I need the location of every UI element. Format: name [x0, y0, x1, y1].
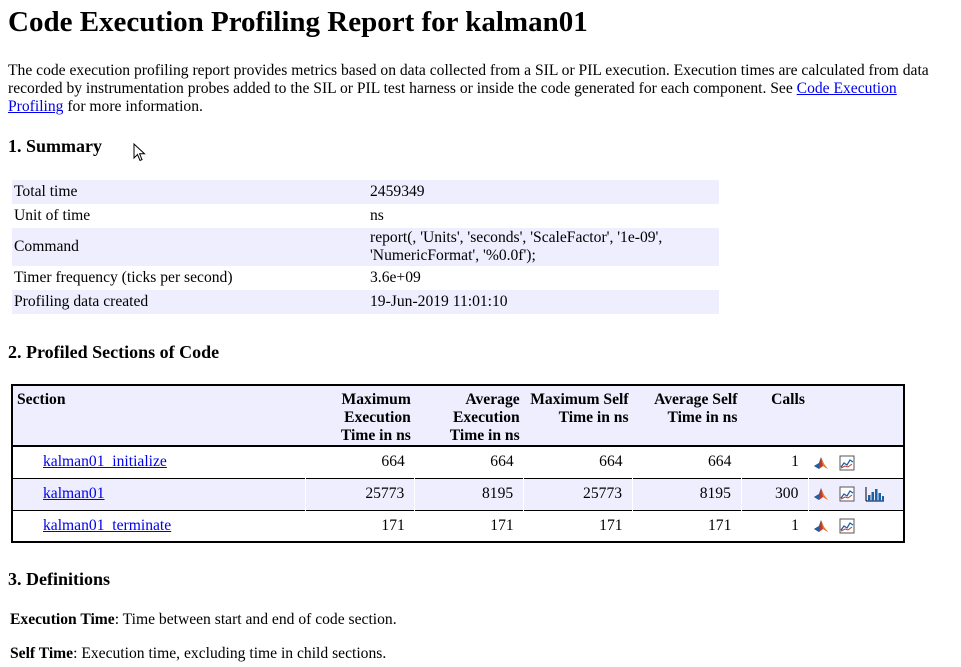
summary-label: Command [12, 228, 368, 266]
definitions-heading: 3. Definitions [8, 569, 111, 589]
page-title: Code Execution Profiling Report for kalm… [8, 6, 588, 38]
section-link-kalman01-terminate[interactable]: kalman01_terminate [43, 517, 171, 534]
summary-label: Timer frequency (ticks per second) [14, 269, 233, 286]
summary-value: 2459349 [368, 180, 719, 204]
definition-term: Execution Time [10, 611, 115, 628]
sections-heading: 2. Profiled Sections of Code [8, 342, 220, 362]
avg-self-cell: 8195 [632, 478, 742, 510]
summary-row-command: Command report(, 'Units', 'seconds', 'Sc… [12, 228, 719, 266]
plot-icon[interactable] [839, 486, 855, 502]
intro-tail: for more information. [63, 98, 203, 115]
definition-execution-time: Execution Time: Time between start and e… [10, 611, 397, 629]
column-header-avg-self: Average Self Time in ns [632, 385, 742, 447]
max-self-cell: 171 [599, 516, 623, 534]
definition-text: : Time between start and end of code sec… [114, 611, 397, 628]
max-self-cell: 664 [599, 453, 623, 471]
calls-cell: 300 [740, 478, 809, 510]
summary-table: Total time 2459349 Unit of time ns Comma… [12, 180, 719, 314]
max-self-cell: 25773 [523, 478, 633, 510]
avg-self-cell: 664 [708, 453, 732, 471]
table-row: kalman01_terminate 171 171 171 171 1 [12, 510, 904, 542]
actions-cell [809, 510, 904, 542]
column-header-max-self: Maximum Self Time in ns [523, 385, 633, 447]
section-name-cell: kalman01 [12, 478, 306, 510]
summary-row-unit: Unit of time ns [12, 204, 719, 228]
max-exec-cell: 25773 [305, 478, 415, 510]
column-header-max-exec: Maximum Execution Time in ns [305, 385, 415, 447]
summary-value: 3.6e+09 [370, 269, 421, 286]
calls-cell: 1 [791, 516, 799, 534]
table-row: kalman01 25773 8195 25773 8195 300 [12, 478, 904, 510]
section-link-kalman01[interactable]: kalman01 [43, 485, 105, 502]
definition-text: : Execution time, excluding time in chil… [73, 645, 387, 662]
summary-value: 19-Jun-2019 11:01:10 [368, 290, 719, 314]
summary-heading: 1. Summary [8, 136, 102, 156]
profiled-sections-table: Section Maximum Execution Time in ns Ave… [11, 384, 905, 543]
section-name-cell: kalman01_terminate [12, 510, 306, 542]
table-header-row: Section Maximum Execution Time in ns Ave… [12, 385, 904, 447]
summary-row-created: Profiling data created 19-Jun-2019 11:01… [12, 290, 719, 314]
table-row: kalman01_initialize 664 664 664 664 1 [12, 446, 904, 478]
summary-row-timer-frequency: Timer frequency (ticks per second) 3.6e+… [12, 266, 719, 290]
summary-value: report(, 'Units', 'seconds', 'ScaleFacto… [368, 228, 719, 266]
histogram-icon[interactable] [865, 486, 885, 502]
avg-exec-cell: 664 [490, 453, 514, 471]
avg-exec-cell: 171 [490, 516, 514, 534]
avg-exec-cell: 8195 [414, 478, 524, 510]
matlab-icon[interactable] [813, 518, 829, 534]
intro-paragraph: The code execution profiling report prov… [8, 62, 954, 116]
section-name-cell: kalman01_initialize [12, 446, 306, 478]
mouse-cursor-icon [133, 143, 146, 162]
section-link-kalman01-initialize[interactable]: kalman01_initialize [43, 453, 167, 470]
matlab-icon[interactable] [813, 486, 829, 502]
intro-text: The code execution profiling report prov… [8, 62, 929, 97]
plot-icon[interactable] [839, 455, 855, 471]
max-exec-cell: 171 [381, 516, 405, 534]
column-header-actions [808, 385, 904, 447]
avg-self-cell: 171 [708, 516, 732, 534]
column-header-calls: Calls [741, 385, 809, 447]
definition-self-time: Self Time: Execution time, excluding tim… [10, 645, 386, 663]
calls-cell: 1 [791, 453, 799, 471]
matlab-icon[interactable] [813, 455, 829, 471]
max-exec-cell: 664 [381, 453, 405, 471]
plot-icon[interactable] [839, 518, 855, 534]
summary-value: ns [370, 207, 384, 224]
actions-cell [809, 446, 904, 478]
summary-label: Profiling data created [12, 290, 368, 314]
summary-label: Unit of time [14, 207, 91, 224]
actions-cell [808, 478, 904, 510]
column-header-avg-exec: Average Execution Time in ns [414, 385, 524, 447]
column-header-section: Section [12, 385, 306, 447]
summary-row-total-time: Total time 2459349 [12, 180, 719, 204]
definition-term: Self Time [10, 645, 74, 662]
summary-label: Total time [12, 180, 368, 204]
